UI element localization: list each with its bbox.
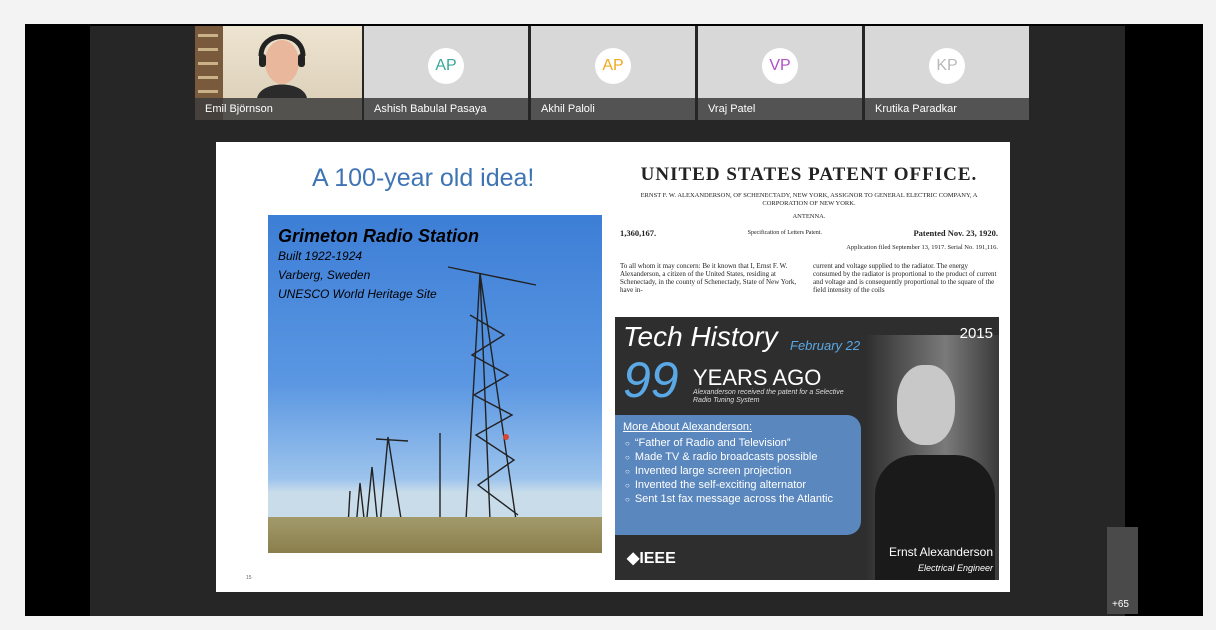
- tech-history-title: Tech History: [623, 321, 778, 352]
- participant-tile-video[interactable]: Emil Björnson: [195, 26, 362, 120]
- slide-number: 15: [246, 575, 252, 581]
- patent-number: 1,360,167.: [620, 228, 657, 238]
- patent-assignor: ERNST F. W. ALEXANDERSON, OF SCHENECTADY…: [640, 192, 978, 207]
- patent-text-right: current and voltage supplied to the radi…: [813, 262, 997, 294]
- portrait-suit: [875, 455, 995, 580]
- speaker-video-icon: [257, 34, 307, 98]
- diamond-icon: ◆: [627, 550, 640, 567]
- patent-title: UNITED STATES PATENT OFFICE.: [640, 164, 978, 185]
- avatar: AP: [595, 48, 631, 84]
- overflow-count: +65: [1112, 599, 1129, 610]
- patent-date: Patented Nov. 23, 1920.: [913, 228, 998, 238]
- caption-line: Built 1922-1924: [278, 249, 363, 263]
- tech-history-card: Tech History February 22 2015 99 YEARS A…: [615, 317, 999, 580]
- participant-name: Ashish Babulal Pasaya: [364, 98, 528, 120]
- bullet-icon: ○: [625, 495, 630, 504]
- bullet-icon: ○: [625, 481, 630, 490]
- bullet-icon: ○: [625, 439, 630, 448]
- portrait-face: [897, 365, 955, 445]
- participant-tile-ashish[interactable]: AP Ashish Babulal Pasaya: [364, 26, 528, 120]
- list-item: ○ “Father of Radio and Television”: [625, 437, 791, 449]
- years-number: 99: [623, 352, 679, 408]
- participant-name: Emil Björnson: [195, 98, 362, 120]
- participant-name: Krutika Paradkar: [865, 98, 1029, 120]
- participant-tile-akhil[interactable]: AP Akhil Paloli: [531, 26, 695, 120]
- avatar: KP: [929, 48, 965, 84]
- caption-line: Varberg, Sweden: [278, 268, 371, 282]
- shared-slide: A 100-year old idea! Grimeton Radio Stat…: [216, 142, 1010, 592]
- bullet-icon: ○: [625, 467, 630, 476]
- participant-name: Akhil Paloli: [531, 98, 695, 120]
- slide-title: A 100-year old idea!: [312, 164, 535, 192]
- patent-spec: Specification of Letters Patent.: [747, 230, 822, 236]
- ieee-logo: ◆IEEE: [627, 550, 676, 567]
- bullet-icon: ○: [625, 453, 630, 462]
- years-ago-label: YEARS AGO: [693, 365, 822, 390]
- list-item: ○ Invented the self-exciting alternator: [625, 479, 807, 491]
- list-item: ○ Made TV & radio broadcasts possible: [625, 451, 818, 463]
- avatar: AP: [428, 48, 464, 84]
- portrait-caption-role: Electrical Engineer: [917, 563, 993, 573]
- patent-document: UNITED STATES PATENT OFFICE. ERNST F. W.…: [620, 164, 998, 294]
- patent-subject: ANTENNA.: [792, 213, 826, 220]
- station-name: Grimeton Radio Station: [278, 226, 480, 246]
- tech-history-subtitle: Alexanderson received the patent for a S…: [693, 389, 844, 404]
- patent-application: Application filed September 13, 1917. Se…: [846, 244, 998, 251]
- photo-caption: Grimeton Radio Station Built 1922-1924 V…: [278, 225, 479, 304]
- participant-tile-krutika[interactable]: KP Krutika Paradkar: [865, 26, 1029, 120]
- tech-history-date: February 22: [790, 338, 861, 353]
- list-item: ○ Invented large screen projection: [625, 465, 792, 477]
- portrait-caption-name: Ernst Alexanderson: [888, 545, 993, 559]
- patent-text-left: To all whom it may concern: Be it known …: [620, 262, 797, 294]
- alexanderson-portrait: [865, 335, 999, 580]
- participant-tile-vraj[interactable]: VP Vraj Patel: [698, 26, 862, 120]
- caption-line: UNESCO World Heritage Site: [278, 287, 437, 301]
- participant-name: Vraj Patel: [698, 98, 862, 120]
- more-about-header: More About Alexanderson:: [623, 421, 753, 433]
- more-participants-button[interactable]: +65: [1107, 527, 1138, 614]
- avatar: VP: [762, 48, 798, 84]
- list-item: ○ Sent 1st fax message across the Atlanti…: [625, 493, 833, 505]
- grass-field: [268, 517, 602, 553]
- grimeton-photo: Grimeton Radio Station Built 1922-1924 V…: [268, 215, 602, 553]
- more-about-box: More About Alexanderson: ○ “Father of Rad…: [615, 415, 861, 535]
- tech-history-year: 2015: [959, 325, 993, 342]
